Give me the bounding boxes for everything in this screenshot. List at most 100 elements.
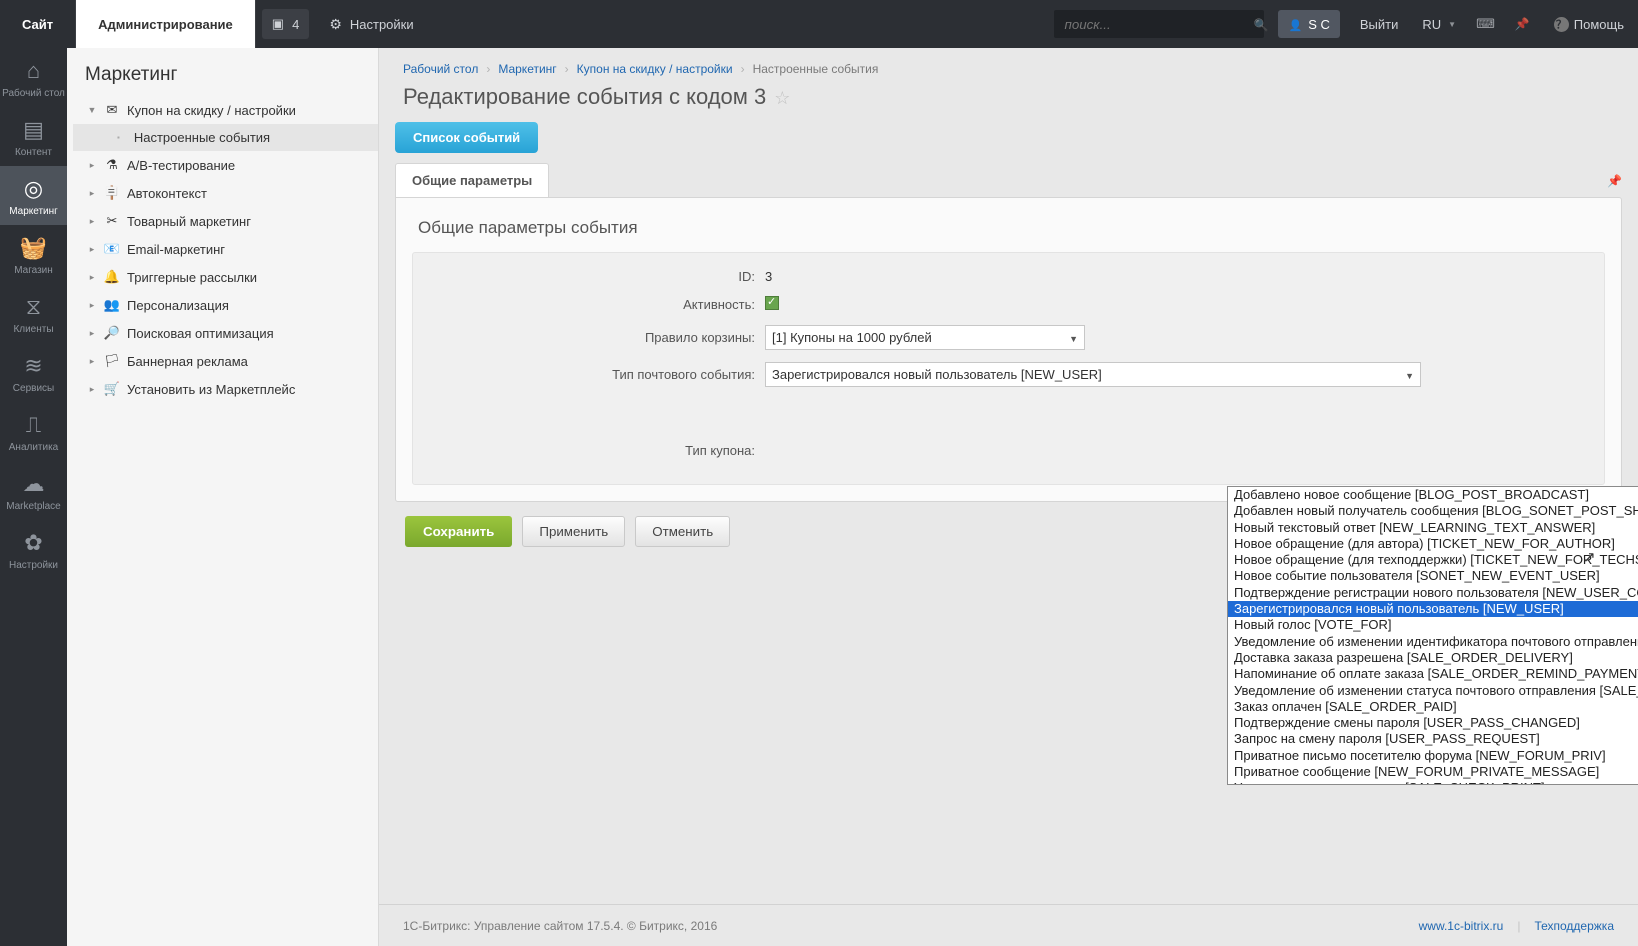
sidebar: Маркетинг ▼✉Купон на скидку / настройкиН… <box>67 48 379 946</box>
chevron-icon: ▸ <box>87 384 97 395</box>
breadcrumb-item[interactable]: Рабочий стол <box>403 62 478 76</box>
search-input[interactable] <box>1054 11 1253 38</box>
help-link[interactable]: Помощь <box>1540 0 1638 48</box>
nav-item-рабочий-стол[interactable]: ⌂Рабочий стол <box>0 48 67 107</box>
sidebar-item[interactable]: ▸⚗A/B-тестирование <box>73 151 378 179</box>
dropdown-option[interactable]: Подтверждение смены пароля [USER_PASS_CH… <box>1228 715 1638 731</box>
page-title-text: Редактирование события с кодом 3 <box>403 84 766 110</box>
apply-button[interactable]: Применить <box>522 516 625 547</box>
nav-item-marketplace[interactable]: ☁Marketplace <box>0 461 67 520</box>
dropdown-option[interactable]: Подтверждение регистрации нового пользов… <box>1228 585 1638 601</box>
label-coupon-type: Тип купона: <box>433 443 765 458</box>
gear-icon <box>329 16 342 33</box>
sidebar-item[interactable]: ▸🪧Автоконтекст <box>73 179 378 207</box>
chevron-icon: ▸ <box>87 356 97 367</box>
nav-item-маркетинг[interactable]: ◎Маркетинг <box>0 166 67 225</box>
sidebar-item[interactable]: ▸👥Персонализация <box>73 291 378 319</box>
settings-link[interactable]: Настройки <box>315 0 427 48</box>
nav-item-сервисы[interactable]: ≋Сервисы <box>0 343 67 402</box>
dropdown-option[interactable]: Новое событие пользователя [SONET_NEW_EV… <box>1228 568 1638 584</box>
nav-label: Сервисы <box>13 383 54 394</box>
notification-counter[interactable]: 4 <box>262 9 310 39</box>
mail-event-dropdown-list[interactable]: Добавлено новое сообщение [BLOG_POST_BRO… <box>1227 486 1638 785</box>
label-id: ID: <box>433 269 765 284</box>
nav-item-магазин[interactable]: 🧺Магазин <box>0 225 67 284</box>
sidebar-item[interactable]: ▼✉Купон на скидку / настройки <box>73 96 378 124</box>
dropdown-option[interactable]: Запрос на смену пароля [USER_PASS_REQUES… <box>1228 731 1638 747</box>
favorite-star-icon[interactable] <box>774 84 790 110</box>
select-basket-value: [1] Купоны на 1000 рублей <box>772 330 932 345</box>
tab-site[interactable]: Сайт <box>0 0 76 48</box>
dropdown-option[interactable]: Напоминание об оплате заказа [SALE_ORDER… <box>1228 666 1638 682</box>
value-id: 3 <box>765 269 1584 284</box>
nav-icon: ▤ <box>23 117 44 143</box>
tree-icon: 📧 <box>103 241 121 257</box>
sidebar-item[interactable]: ▸🏳Баннерная реклама <box>73 347 378 375</box>
search-box[interactable] <box>1054 10 1264 38</box>
footer-link-site[interactable]: www.1c-bitrix.ru <box>1419 919 1504 933</box>
tree-icon: 🛒 <box>103 381 121 397</box>
chevron-icon: ▸ <box>87 216 97 227</box>
pin-icon[interactable] <box>1505 0 1540 48</box>
nav-icon: ☁ <box>23 471 45 497</box>
sidebar-item[interactable]: ▸🔎Поисковая оптимизация <box>73 319 378 347</box>
nav-item-клиенты[interactable]: ⧖Клиенты <box>0 284 67 343</box>
tab-general-params[interactable]: Общие параметры <box>395 163 549 197</box>
list-events-button[interactable]: Список событий <box>395 122 538 153</box>
nav-item-настройки[interactable]: ✿Настройки <box>0 520 67 579</box>
nav-item-контент[interactable]: ▤Контент <box>0 107 67 166</box>
dropdown-option[interactable]: Приватное письмо посетителю форума [NEW_… <box>1228 748 1638 764</box>
dropdown-option[interactable]: Новый голос [VOTE_FOR] <box>1228 617 1638 633</box>
footer-copyright: 1С-Битрикс: Управление сайтом 17.5.4. © … <box>403 919 717 933</box>
keyboard-icon[interactable] <box>1466 0 1505 48</box>
sidebar-item[interactable]: ▸✂Товарный маркетинг <box>73 207 378 235</box>
sidebar-item[interactable]: ▸📧Email-маркетинг <box>73 235 378 263</box>
language-selector[interactable]: RU <box>1412 0 1466 48</box>
tree-label: Триггерные рассылки <box>127 270 257 285</box>
sidebar-subitem[interactable]: Настроенные события <box>73 124 378 151</box>
user-icon <box>1288 17 1302 32</box>
dropdown-option[interactable]: Доставка заказа разрешена [SALE_ORDER_DE… <box>1228 650 1638 666</box>
nav-item-аналитика[interactable]: ⎍Аналитика <box>0 402 67 461</box>
nav-icon: ⎍ <box>26 412 41 438</box>
dropdown-option[interactable]: Уведомление об изменении статуса почтово… <box>1228 683 1638 699</box>
search-icon[interactable] <box>1253 17 1276 32</box>
chevron-icon: ▼ <box>87 105 97 115</box>
dropdown-option[interactable]: Новый текстовый ответ [NEW_LEARNING_TEXT… <box>1228 520 1638 536</box>
select-mail-event-type[interactable]: Зарегистрировался новый пользователь [NE… <box>765 362 1421 387</box>
dropdown-option[interactable]: Уведомление об изменении идентификатора … <box>1228 634 1638 650</box>
dropdown-option[interactable]: Заказ оплачен [SALE_ORDER_PAID] <box>1228 699 1638 715</box>
chevron-down-icon <box>1405 367 1414 382</box>
breadcrumb-item[interactable]: Купон на скидку / настройки <box>577 62 733 76</box>
checkbox-active[interactable] <box>765 296 779 310</box>
tab-admin[interactable]: Администрирование <box>76 0 256 48</box>
dropdown-option[interactable]: Добавлен новый получатель сообщения [BLO… <box>1228 503 1638 519</box>
logout-link[interactable]: Выйти <box>1346 0 1413 48</box>
sidebar-item[interactable]: ▸🔔Триггерные рассылки <box>73 263 378 291</box>
nav-label: Маркетинг <box>9 206 58 217</box>
cursor-icon <box>1583 548 1596 566</box>
chevron-icon: ▸ <box>87 188 97 199</box>
dropdown-option[interactable]: Зарегистрировался новый пользователь [NE… <box>1228 601 1638 617</box>
dropdown-option[interactable]: Новое обращение (для автора) [TICKET_NEW… <box>1228 536 1638 552</box>
footer-link-support[interactable]: Техподдержка <box>1534 919 1614 933</box>
tree-icon: 👥 <box>103 297 121 313</box>
select-mail-value: Зарегистрировался новый пользователь [NE… <box>772 367 1102 382</box>
tree-icon: 🪧 <box>103 185 121 201</box>
select-basket-rule[interactable]: [1] Купоны на 1000 рублей <box>765 325 1085 350</box>
form-panel: Общие параметры события ID: 3 Активность… <box>395 197 1622 502</box>
dropdown-option[interactable]: Новое обращение (для техподдержки) [TICK… <box>1228 552 1638 568</box>
user-menu[interactable]: S C <box>1278 10 1339 38</box>
breadcrumb-item[interactable]: Маркетинг <box>498 62 556 76</box>
dropdown-option[interactable]: Добавлено новое сообщение [BLOG_POST_BRO… <box>1228 487 1638 503</box>
save-button[interactable]: Сохранить <box>405 516 512 547</box>
cancel-button[interactable]: Отменить <box>635 516 730 547</box>
chevron-icon: ▸ <box>87 244 97 255</box>
sidebar-item[interactable]: ▸🛒Установить из Маркетплейс <box>73 375 378 403</box>
help-icon <box>1554 16 1569 32</box>
tab-pin-icon[interactable] <box>1607 173 1622 188</box>
dropdown-option[interactable]: Приватное сообщение [NEW_FORUM_PRIVATE_M… <box>1228 764 1638 780</box>
nav-icon: ⌂ <box>27 58 40 84</box>
dropdown-option[interactable]: Уведомление о печати чека [SALE_CHECK_PR… <box>1228 780 1638 785</box>
nav-icon: ⧖ <box>26 294 41 320</box>
